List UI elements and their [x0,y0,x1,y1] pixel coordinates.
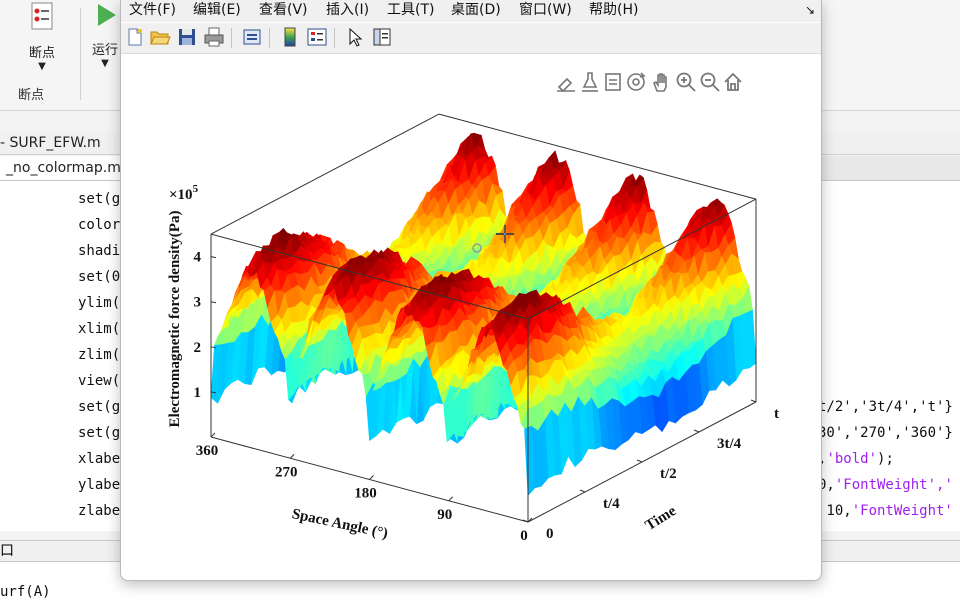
menu-view[interactable]: 查看(V) [259,0,308,22]
pointer-icon[interactable] [344,26,366,48]
menu-file[interactable]: 文件(F) [129,0,176,22]
y-tick [636,459,643,463]
figure-toolbar [121,23,821,54]
code-line: set(g [78,399,121,415]
code-line: shadi [78,243,121,259]
figure-window: 文件(F) 编辑(E) 查看(V) 插入(I) 工具(T) 桌面(D) 窗口(W… [120,0,822,581]
property-editor-icon[interactable] [371,26,393,48]
x-tick [448,496,454,502]
code-line: ylim( [78,295,121,311]
x-tick [369,475,374,480]
toolbar-divider [334,28,335,48]
x-tick-label: 0 [520,528,528,544]
code-line: color [78,217,121,233]
menu-window[interactable]: 窗口(W) [519,0,572,22]
code-line-tail: ,'bold'); [818,451,894,467]
toolstrip-divider [80,8,81,100]
x-tick-label: 180 [354,486,377,502]
code-line-tail: 30','270','360'} [818,425,953,441]
surface-plot[interactable]: 360 270 180 90 0 0 t/4 t/2 3t/4 t 1 2 3 4 Electromagn… [121,54,821,578]
code-line: view( [78,373,121,389]
code-text: 10, [818,503,852,519]
z-tick-label: 4 [194,250,202,266]
y-tick [579,489,586,493]
code-line: xlabe [78,451,121,467]
x-tick [289,453,295,459]
z-exponent-label: ×105 [169,183,199,203]
breakpoints-label: 断点 [28,46,55,61]
code-line: zlim( [78,347,121,363]
code-line-tail: 10,'FontWeight' [818,503,953,519]
run-label: 运行 [91,43,118,58]
editor-tab[interactable]: _no_colormap.m [0,156,128,180]
z-tick [210,301,217,304]
box-edge [210,113,440,235]
code-string: 'FontWeight' [851,503,953,519]
menu-insert[interactable]: 插入(I) [326,0,369,22]
x-axis-label: Space Angle (°) [290,506,389,542]
chevron-down-icon[interactable]: ▼ [22,61,62,72]
x-tick-label: 90 [437,507,452,523]
legend-icon[interactable] [306,26,328,48]
z-exponent-base: ×10 [169,187,193,203]
colorbar-icon[interactable] [279,26,301,48]
code-text: ); [877,451,894,467]
x-tick [210,432,216,438]
toolbar-divider [231,28,232,48]
code-string: ,' [936,477,953,493]
menu-desktop[interactable]: 桌面(D) [451,0,501,22]
x-tick-label: 270 [275,464,298,480]
y-tick [693,429,700,433]
figure-menubar: 文件(F) 编辑(E) 查看(V) 插入(I) 工具(T) 桌面(D) 窗口(W… [121,0,821,22]
toolstrip-group-label: 断点 [18,88,45,103]
z-axis-label: Electromagnetic force density(Pa) [167,211,183,428]
run-icon [98,4,116,26]
link-plot-icon[interactable] [241,26,263,48]
code-line: zlabe [78,503,121,519]
code-string: 'FontWeight' [834,477,937,493]
code-string: 'bold' [826,451,878,467]
dock-arrow-icon[interactable]: ↘ [805,0,815,22]
z-tick-label: 1 [194,385,202,401]
surface-layer [210,132,757,497]
code-line: set(g [78,191,121,207]
z-exponent-power: 5 [193,183,199,195]
code-line: xlim( [78,321,121,337]
y-tick-label: 3t/4 [717,436,742,452]
menu-help[interactable]: 帮助(H) [589,0,638,22]
z-tick-label: 2 [194,340,202,356]
code-line: set(0 [78,269,121,285]
x-tick-label: 360 [196,443,219,459]
save-icon[interactable] [176,26,198,48]
command-window-label: 口 [0,543,14,559]
open-folder-icon[interactable] [149,26,171,48]
y-tick-label: t [774,406,779,422]
command-line-text: urf(A) [0,584,51,600]
menu-edit[interactable]: 编辑(E) [193,0,241,22]
y-tick-label: t/2 [660,466,677,482]
z-tick [210,256,217,259]
print-icon[interactable] [203,26,225,48]
code-line-tail: t/2','3t/4','t'} [818,399,953,415]
run-button[interactable]: 运行 ▼ [90,0,120,69]
breakpoints-icon [31,2,53,30]
code-line: set(g [78,425,121,441]
new-file-icon[interactable] [124,26,146,48]
chevron-down-icon[interactable]: ▼ [90,58,120,69]
code-line-tail: 0,'FontWeight',' [818,477,953,493]
y-tick-label: 0 [546,526,554,542]
y-axis-label: Time [643,503,680,534]
y-tick [750,399,757,403]
code-line: ylabe [78,477,121,493]
menu-tools[interactable]: 工具(T) [387,0,434,22]
z-tick-label: 3 [194,295,202,311]
y-tick-label: t/4 [603,496,620,512]
toolbar-divider [269,28,270,48]
breakpoints-button[interactable]: 断点 ▼ [22,2,62,72]
